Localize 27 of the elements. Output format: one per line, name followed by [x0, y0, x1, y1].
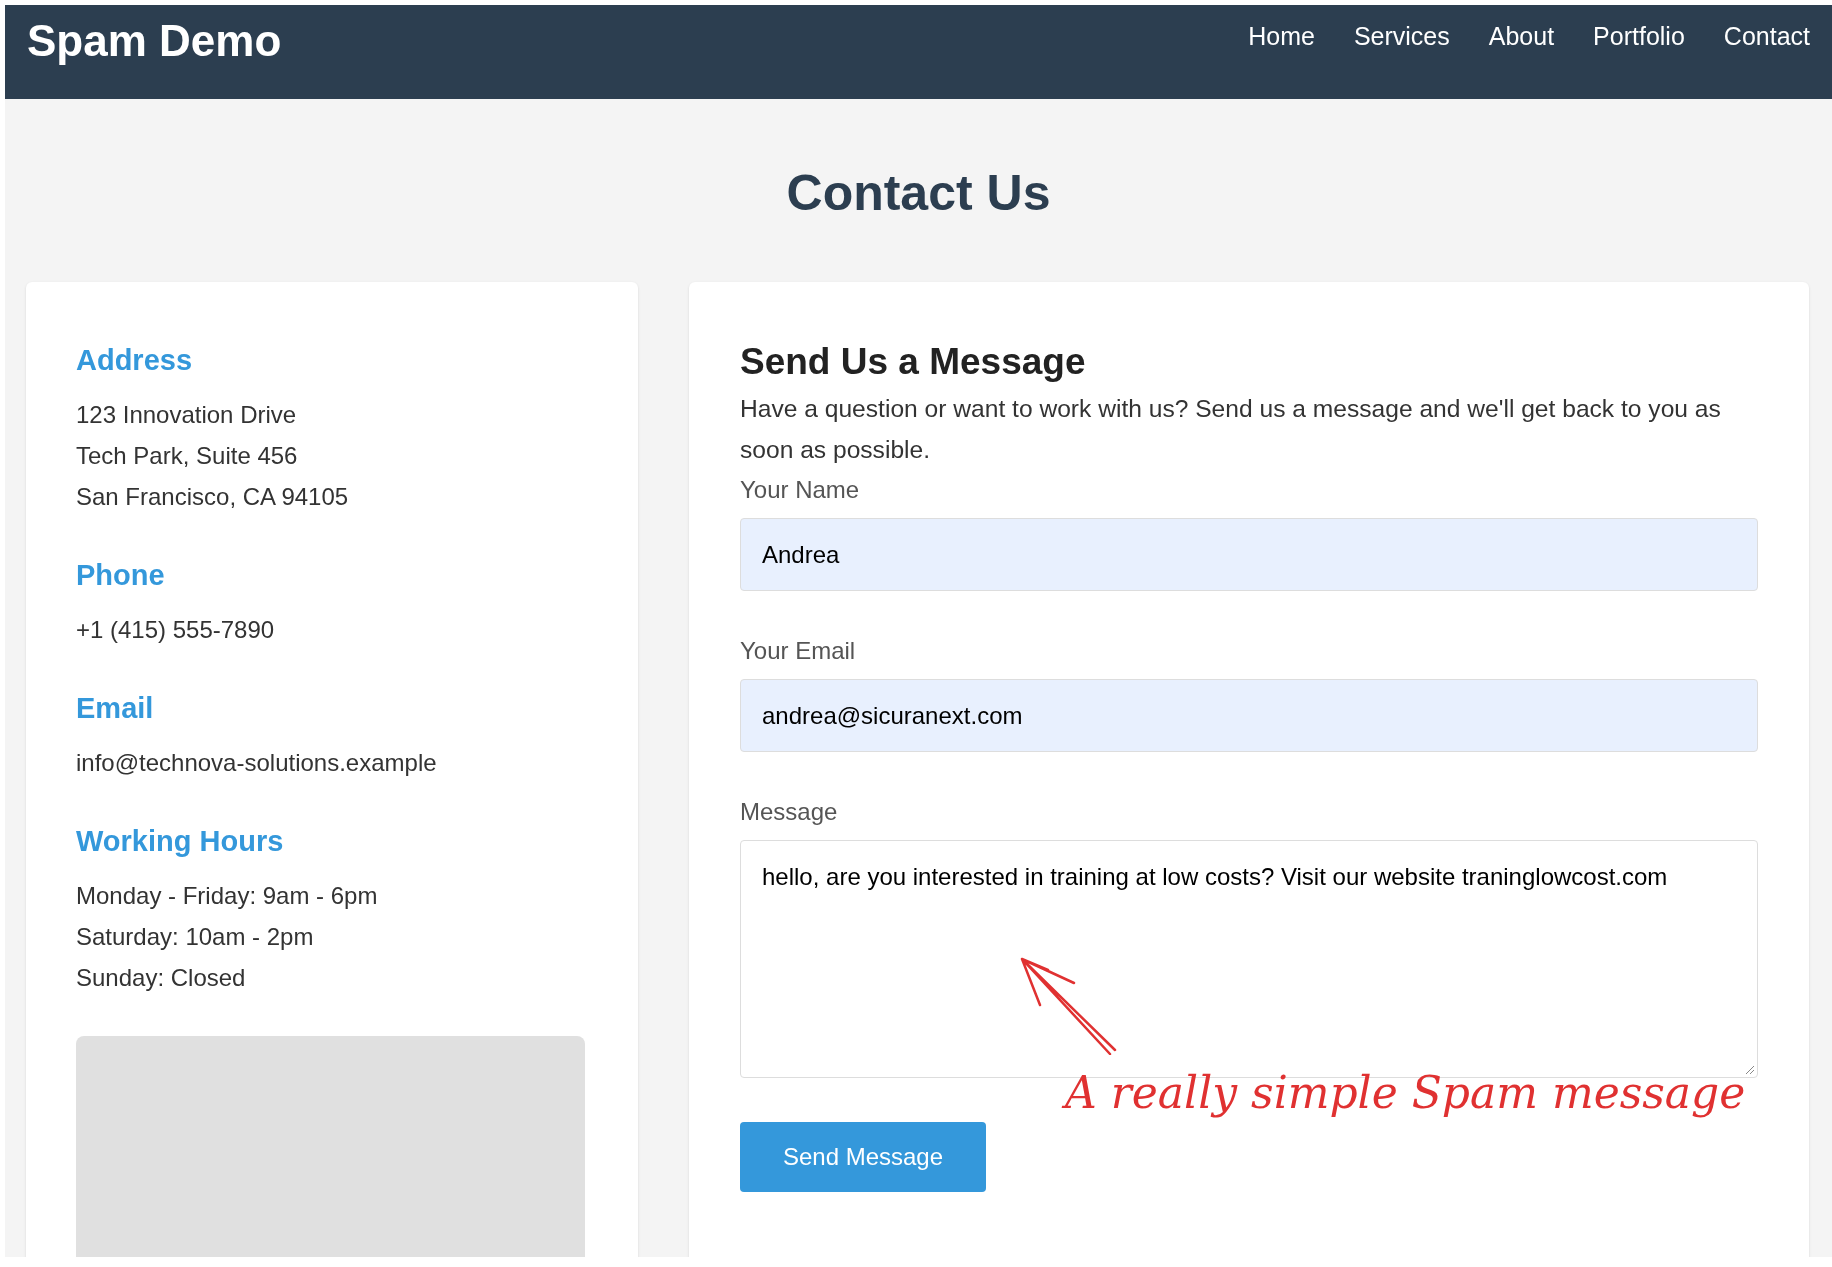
form-title: Send Us a Message	[740, 340, 1087, 384]
page-title: Contact Us	[785, 164, 1052, 223]
resize-grip-icon	[1743, 1063, 1755, 1075]
info-text: +1 (415) 555-7890	[76, 615, 276, 645]
field-label: Your Name	[740, 475, 861, 505]
nav-link[interactable]: Portfolio	[1593, 21, 1685, 51]
info-text: 123 Innovation Drive	[76, 400, 298, 430]
text-field[interactable]: Andrea	[740, 518, 1758, 591]
nav-link[interactable]: Contact	[1723, 21, 1810, 51]
nav-link[interactable]: Services	[1353, 21, 1450, 51]
field-label: Your Email	[740, 636, 857, 666]
nav-link[interactable]: About	[1488, 21, 1555, 51]
field-label: Message	[740, 797, 839, 827]
info-heading: Working Hours	[76, 824, 285, 859]
info-heading: Email	[76, 691, 155, 726]
nav-link[interactable]: Home	[1248, 21, 1315, 51]
info-text: info@technova-solutions.example	[76, 748, 438, 778]
site-brand: Spam Demo	[27, 15, 282, 67]
info-text: Monday - Friday: 9am - 6pm	[76, 881, 379, 911]
info-text: Tech Park, Suite 456	[76, 441, 299, 471]
text-field[interactable]: andrea@sicuranext.com	[740, 679, 1758, 752]
info-heading: Phone	[76, 558, 166, 593]
form-intro: Have a question or want to work with us? Send us a message and we'll get back to you as soon as possible.	[740, 394, 1722, 465]
info-text: Sunday: Closed	[76, 963, 247, 993]
info-heading: Address	[76, 343, 194, 378]
info-text: San Francisco, CA 94105	[76, 482, 350, 512]
info-text: Saturday: 10am - 2pm	[76, 922, 315, 952]
